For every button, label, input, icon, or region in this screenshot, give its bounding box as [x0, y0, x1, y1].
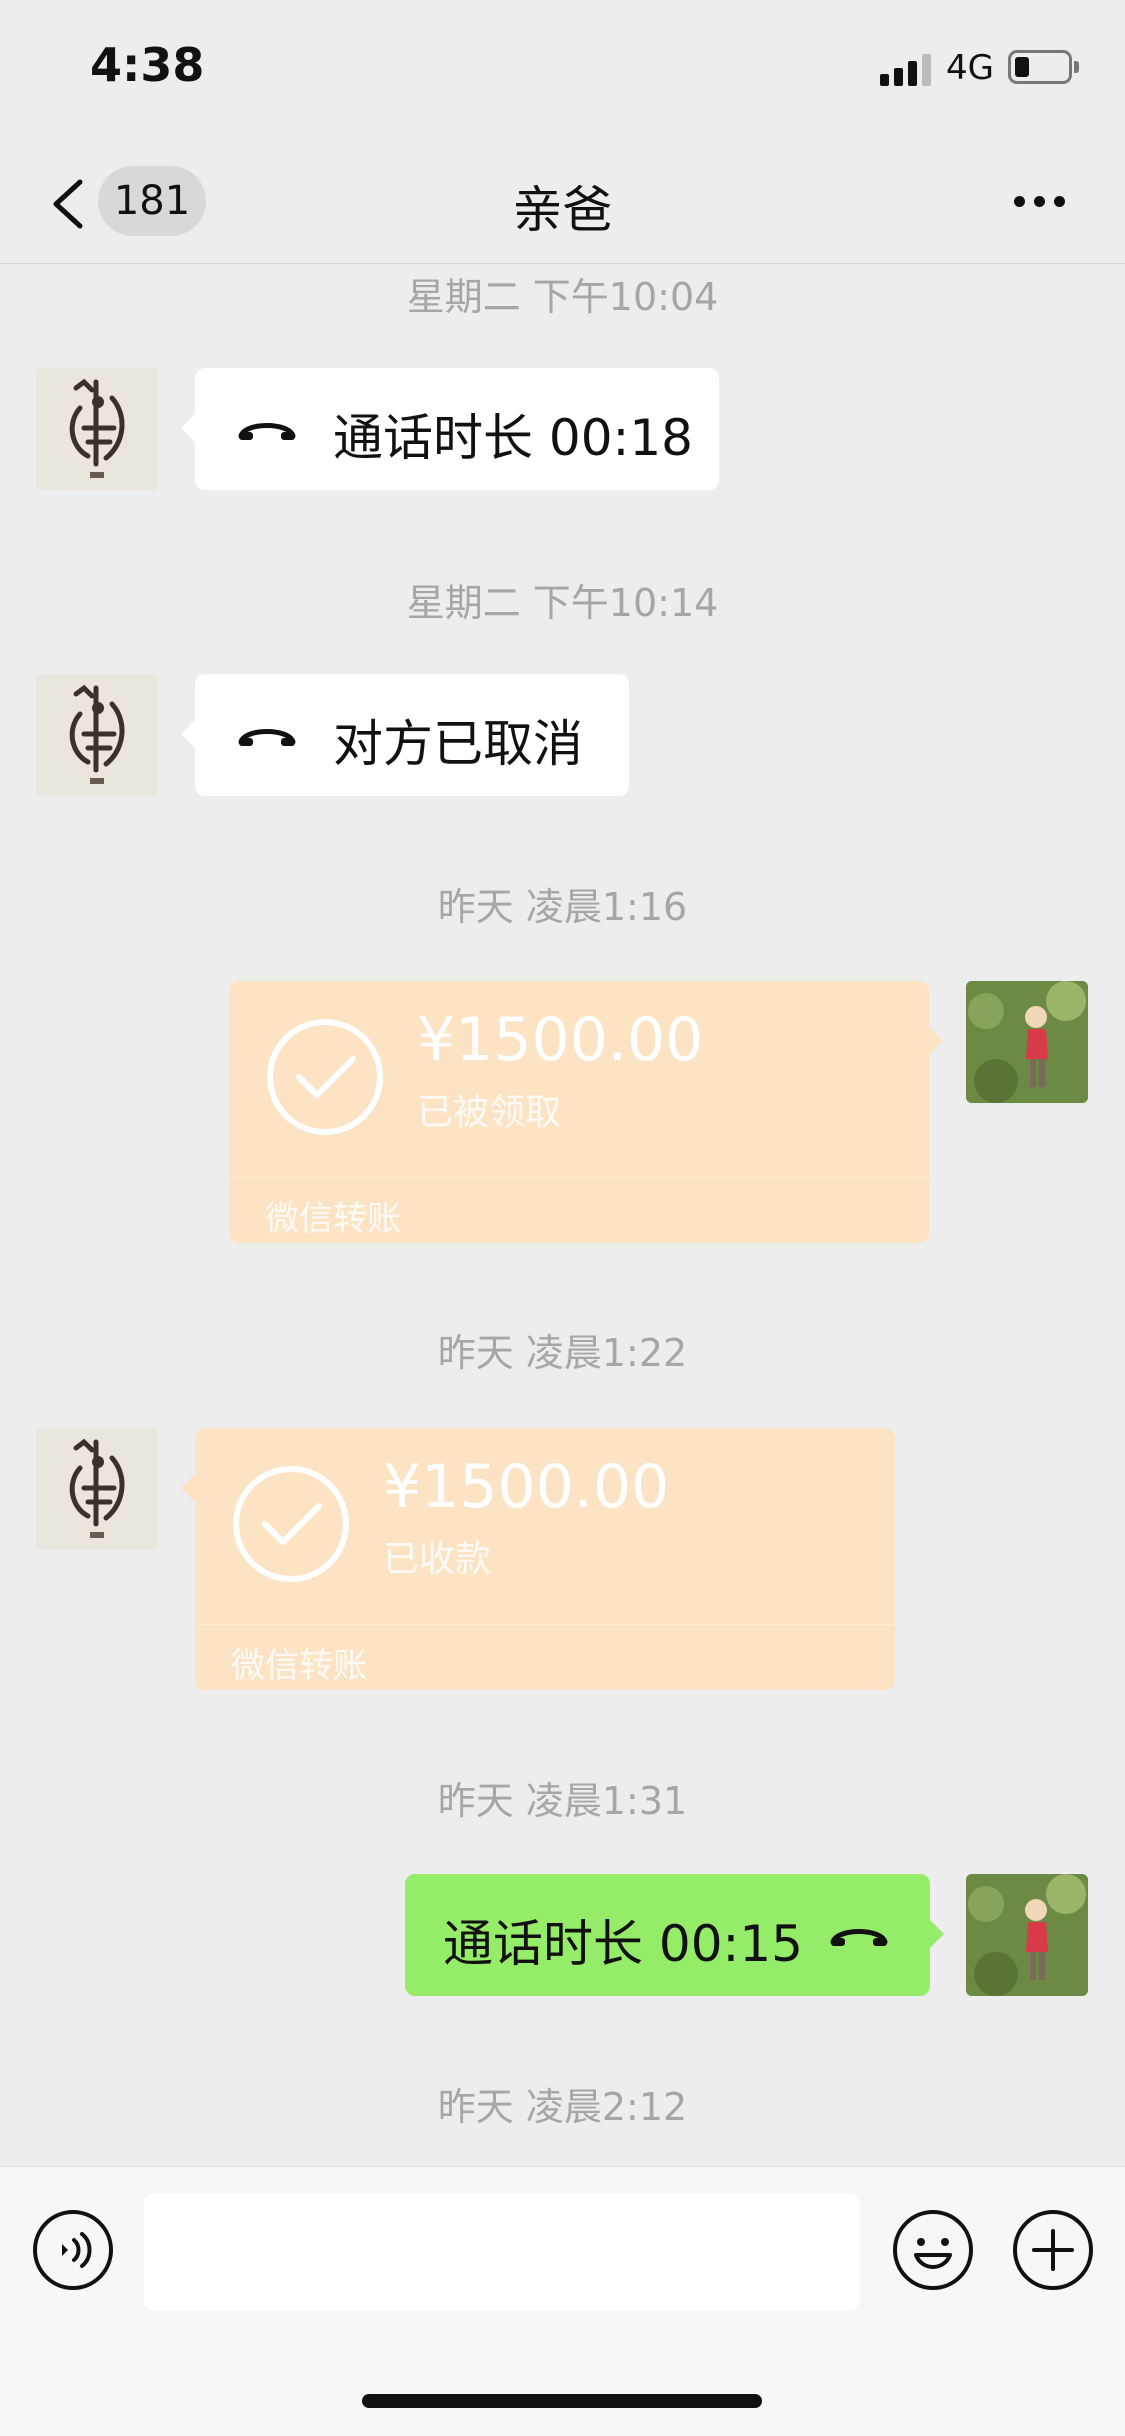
transfer-status: 已被领取	[417, 1092, 562, 1133]
message-timestamp: 昨天 凌晨1:22	[437, 1331, 688, 1375]
transfer-card[interactable]: ¥1500.00 已收款 微信转账	[181, 1428, 895, 1690]
status-bar: 4:38 4G	[0, 0, 1125, 140]
message-input[interactable]	[144, 2193, 860, 2311]
chat-title: 亲爸	[512, 181, 613, 239]
transfer-status: 已收款	[383, 1539, 492, 1580]
status-time: 4:38	[90, 38, 205, 92]
emoji-icon[interactable]	[892, 2209, 974, 2291]
transfer-divider	[195, 1624, 895, 1625]
contact-avatar[interactable]	[36, 1428, 158, 1550]
call-record-bubble[interactable]: 通话时长 00:18	[181, 368, 719, 490]
message-timestamp: 昨天 凌晨1:16	[437, 885, 688, 929]
message-timestamp: 星期二 下午10:14	[406, 581, 719, 625]
phone-icon	[830, 1929, 888, 1946]
call-record-bubble[interactable]: 对方已取消	[181, 674, 629, 796]
contact-avatar[interactable]	[36, 674, 158, 796]
plus-icon[interactable]	[1012, 2209, 1094, 2291]
nav-bar: 181 亲爸	[0, 140, 1125, 264]
battery-level	[1015, 57, 1029, 77]
my-avatar[interactable]	[966, 981, 1088, 1103]
my-avatar[interactable]	[966, 1874, 1088, 1996]
phone-icon	[238, 729, 296, 746]
transfer-card[interactable]: ¥1500.00 已被领取 微信转账	[229, 981, 943, 1243]
more-icon[interactable]	[1010, 192, 1070, 212]
message-timestamp: 星期二 下午10:04	[406, 275, 719, 319]
battery-icon	[1008, 50, 1072, 84]
contact-avatar[interactable]	[36, 368, 158, 490]
check-circle-icon	[267, 1019, 383, 1135]
voice-icon[interactable]	[32, 2209, 114, 2291]
transfer-amount: ¥1500.00	[417, 1005, 704, 1075]
check-circle-icon	[233, 1466, 349, 1582]
home-indicator[interactable]	[362, 2394, 762, 2408]
phone-icon	[238, 423, 296, 440]
call-record-bubble[interactable]: 通话时长 00:15	[405, 1874, 944, 1996]
call-duration-text: 通话时长 00:18	[333, 409, 693, 467]
transfer-amount: ¥1500.00	[383, 1452, 670, 1522]
message-timestamp: 昨天 凌晨1:31	[437, 1779, 688, 1823]
transfer-label: 微信转账	[265, 1199, 401, 1239]
call-duration-text: 通话时长 00:15	[443, 1915, 803, 1973]
network-type: 4G	[946, 48, 994, 88]
call-status-text: 对方已取消	[333, 715, 583, 773]
message-timestamp: 昨天 凌晨2:12	[437, 2085, 688, 2129]
chat-screen: 4:38 4G 181 亲爸 星期二 下午10:04 通话时长 00:18 星期…	[0, 0, 1125, 2436]
signal-icon	[880, 52, 932, 86]
transfer-divider	[229, 1177, 929, 1178]
transfer-label: 微信转账	[231, 1646, 367, 1686]
battery-cap	[1074, 61, 1079, 73]
